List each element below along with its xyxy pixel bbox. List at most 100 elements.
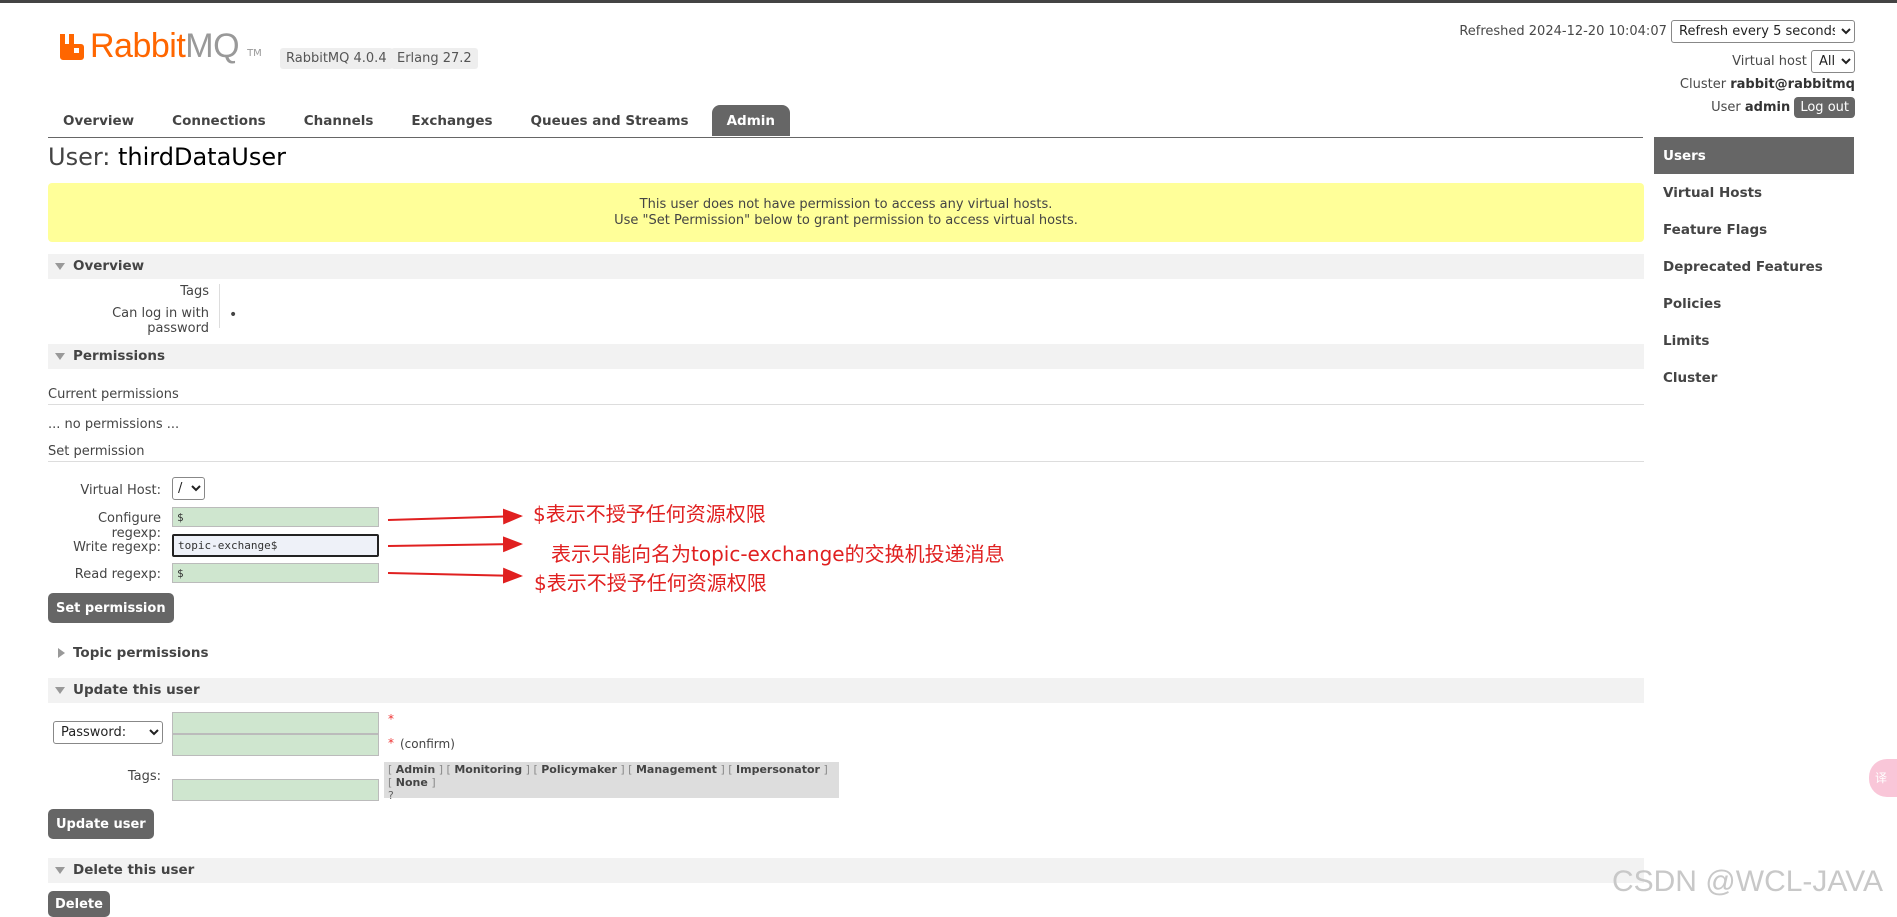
current-permissions-divider: [48, 404, 1644, 405]
virtual-host-label: Virtual Host:: [80, 483, 161, 498]
current-permissions-title: Current permissions: [48, 387, 179, 402]
permission-vhost-select[interactable]: /: [172, 477, 205, 500]
logout-button[interactable]: Log out: [1794, 97, 1855, 118]
update-user-section-header[interactable]: Update this user: [48, 678, 1644, 703]
read-regexp-input[interactable]: [172, 563, 379, 583]
read-regexp-label: Read regexp:: [74, 567, 161, 582]
set-permission-title: Set permission: [48, 444, 145, 459]
delete-user-button[interactable]: Delete: [48, 891, 110, 917]
confirm-label: (confirm): [400, 737, 455, 751]
set-permission-divider: [48, 461, 1644, 462]
permissions-section-header[interactable]: Permissions: [48, 344, 1644, 369]
configure-regexp-input[interactable]: [172, 507, 379, 527]
tag-monitoring-link[interactable]: Monitoring: [454, 763, 522, 776]
write-regexp-input[interactable]: [172, 534, 379, 557]
logo-trademark: TM: [247, 48, 262, 59]
overview-divider: [219, 284, 220, 328]
page-title: User: thirdDataUser: [48, 143, 286, 171]
delete-user-heading: Delete this user: [73, 862, 195, 878]
write-arrow: [387, 536, 523, 553]
admin-sidebar: Users Virtual Hosts Feature Flags Deprec…: [1654, 137, 1854, 396]
delete-user-section-header[interactable]: Delete this user: [48, 858, 1644, 883]
permissions-heading: Permissions: [73, 348, 166, 364]
refresh-interval-select[interactable]: Refresh every 5 seconds: [1671, 20, 1855, 43]
sidebar-item-virtual-hosts[interactable]: Virtual Hosts: [1654, 174, 1854, 211]
tag-shortcuts: [ Admin ] [ Monitoring ] [ Policymaker ]…: [384, 762, 839, 802]
tab-exchanges[interactable]: Exchanges: [396, 105, 507, 136]
tab-connections[interactable]: Connections: [157, 105, 281, 136]
sidebar-item-limits[interactable]: Limits: [1654, 322, 1854, 359]
rabbitmq-logo: RabbitMQ TM: [58, 27, 262, 66]
password-type-select[interactable]: Password:: [53, 721, 163, 744]
sidebar-item-policies[interactable]: Policies: [1654, 285, 1854, 322]
tags-label: Tags: [180, 284, 209, 299]
update-tags-label: Tags:: [127, 769, 161, 784]
overview-section-header[interactable]: Overview: [48, 254, 1644, 279]
warning-line-2: Use "Set Permission" below to grant perm…: [614, 212, 1078, 228]
no-permission-warning: This user does not have permission to ac…: [48, 183, 1644, 242]
annotation-arrows: [387, 508, 523, 584]
vhost-select[interactable]: All: [1811, 50, 1855, 73]
tag-impersonator-link[interactable]: Impersonator: [736, 763, 820, 776]
update-user-heading: Update this user: [73, 682, 200, 698]
password-input[interactable]: [172, 712, 379, 734]
can-login-value: •: [229, 307, 238, 323]
configure-regexp-label: Configure regexp:: [97, 511, 161, 541]
topic-permissions-header[interactable]: Topic permissions: [48, 641, 208, 666]
password-required-star: *: [388, 712, 394, 726]
tab-queues-and-streams[interactable]: Queues and Streams: [516, 105, 704, 136]
vhost-label: Virtual host: [1732, 54, 1807, 69]
sidebar-item-users[interactable]: Users: [1654, 137, 1854, 174]
tag-none-link[interactable]: None: [396, 776, 428, 789]
tab-admin[interactable]: Admin: [711, 105, 790, 136]
refresh-row: Refreshed 2024-12-20 10:04:07 Refresh ev…: [1459, 20, 1855, 43]
logo-mq-text: MQ: [185, 27, 240, 65]
erlang-version-badge: Erlang 27.2: [391, 48, 478, 69]
page-title-prefix: User:: [48, 143, 111, 171]
topic-permissions-heading: Topic permissions: [73, 645, 209, 661]
cluster-row: Cluster rabbit@rabbitmq: [1680, 78, 1855, 91]
cluster-label: Cluster: [1679, 77, 1727, 92]
collapse-triangle-icon: [55, 352, 65, 360]
write-regexp-label: Write regexp:: [73, 540, 161, 555]
tab-overview[interactable]: Overview: [48, 105, 149, 136]
tab-channels[interactable]: Channels: [289, 105, 389, 136]
write-annotation: 表示只能向名为topic-exchange的交换机投递消息: [551, 542, 1005, 566]
cluster-name: rabbit@rabbitmq: [1730, 77, 1855, 92]
csdn-watermark: CSDN @WCL-JAVA: [1611, 865, 1883, 898]
collapse-triangle-icon: [55, 262, 65, 270]
logo-brand-text: Rabbit: [90, 27, 186, 65]
translate-side-tab[interactable]: 译: [1869, 759, 1897, 797]
sidebar-item-deprecated-features[interactable]: Deprecated Features: [1654, 248, 1854, 285]
tags-help-link[interactable]: ?: [388, 789, 835, 802]
nav-divider: [48, 137, 1643, 138]
refreshed-timestamp: Refreshed 2024-12-20 10:04:07: [1459, 24, 1667, 39]
set-permission-button[interactable]: Set permission: [48, 593, 174, 623]
current-user-label: User: [1711, 100, 1741, 115]
tags-input[interactable]: [172, 779, 379, 801]
tag-admin-link[interactable]: Admin: [396, 763, 435, 776]
overview-heading: Overview: [73, 258, 145, 274]
collapse-triangle-icon: [55, 866, 65, 874]
user-row: User admin Log out: [1711, 97, 1855, 118]
collapse-triangle-icon: [55, 686, 65, 694]
password-confirm-input[interactable]: [172, 734, 379, 756]
sidebar-item-cluster[interactable]: Cluster: [1654, 359, 1854, 396]
read-arrow: [387, 567, 523, 584]
main-nav: Overview Connections Channels Exchanges …: [48, 105, 798, 136]
sidebar-item-feature-flags[interactable]: Feature Flags: [1654, 211, 1854, 248]
page-title-user: thirdDataUser: [118, 143, 286, 171]
read-annotation: $表示不授予任何资源权限: [534, 571, 767, 595]
tag-management-link[interactable]: Management: [636, 763, 717, 776]
rabbitmq-version-badge: RabbitMQ 4.0.4: [280, 48, 393, 69]
update-user-button[interactable]: Update user: [48, 809, 154, 839]
rabbitmq-logo-icon: [60, 33, 84, 60]
vhost-row: Virtual host All: [1732, 50, 1855, 73]
configure-annotation: $表示不授予任何资源权限: [533, 502, 766, 526]
expand-triangle-icon: [58, 648, 65, 658]
no-permissions-text: ... no permissions ...: [48, 417, 180, 432]
current-user-name: admin: [1744, 100, 1791, 115]
configure-arrow: [387, 508, 523, 525]
warning-line-1: This user does not have permission to ac…: [639, 196, 1053, 212]
tag-policymaker-link[interactable]: Policymaker: [541, 763, 617, 776]
